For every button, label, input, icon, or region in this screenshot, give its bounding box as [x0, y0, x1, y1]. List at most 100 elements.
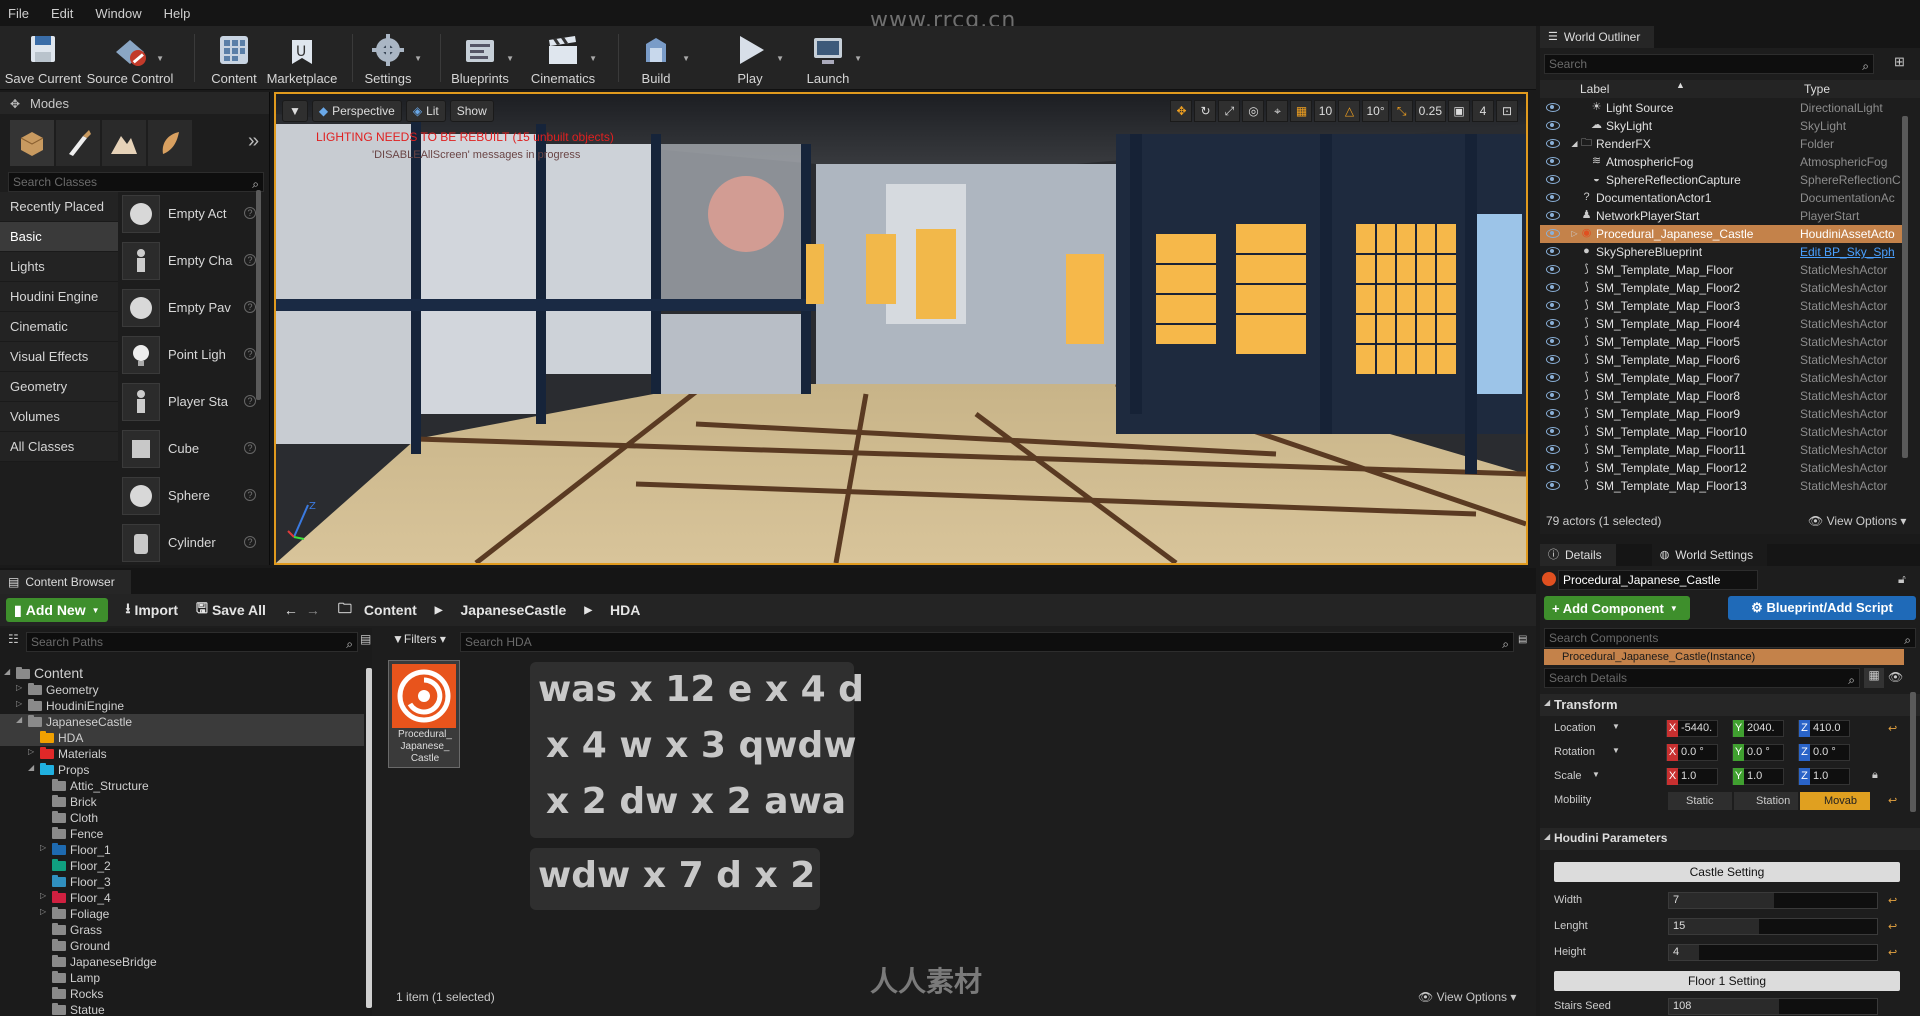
foliage-mode-icon[interactable] — [148, 120, 192, 166]
scale-x-field[interactable]: X 1.0 — [1666, 768, 1718, 785]
add-component-button[interactable]: + Add Component ▼ — [1544, 596, 1690, 620]
details-tab[interactable]: ⓘ Details — [1540, 544, 1616, 566]
scale-snap-icon[interactable]: ⤡ — [1390, 100, 1413, 122]
folder-cloth[interactable]: Cloth — [0, 810, 364, 826]
visibility-eye-icon[interactable] — [1546, 391, 1560, 400]
category-lights[interactable]: Lights — [0, 252, 118, 282]
view-options-button[interactable]: 👁 View Options ▾ — [1808, 514, 1906, 528]
mobility-stationary-button[interactable]: Station — [1734, 792, 1798, 810]
outliner-row[interactable]: ⟆ SM_Template_Map_Floor11 StaticMeshActor — [1540, 441, 1906, 459]
reset-icon[interactable]: ↩ — [1888, 946, 1897, 959]
build-button[interactable]: ▼ Build — [632, 28, 690, 88]
help-icon[interactable]: ? — [244, 301, 256, 313]
outliner-row[interactable]: ● SkySphereBlueprint Edit BP_Sky_Sph — [1540, 243, 1906, 261]
perspective-button[interactable]: ◆ Perspective — [311, 100, 402, 122]
actor-type[interactable]: Edit BP_Sky_Sph — [1800, 245, 1906, 259]
maximize-viewport-icon[interactable]: ⊡ — [1496, 100, 1518, 122]
search-paths-input[interactable]: Search Paths ⌕ — [26, 632, 358, 652]
search-details-input[interactable]: Search Details ⌕ — [1544, 668, 1860, 688]
outliner-row[interactable]: ⟆ SM_Template_Map_Floor9 StaticMeshActor — [1540, 405, 1906, 423]
folder-rocks[interactable]: Rocks — [0, 986, 364, 1002]
menu-window[interactable]: Window — [95, 6, 141, 21]
visibility-eye-icon[interactable] — [1546, 229, 1560, 238]
breadcrumb-hda[interactable]: HDA — [610, 602, 640, 618]
rotate-tool-icon[interactable]: ↻ — [1194, 100, 1217, 122]
folder-lamp[interactable]: Lamp — [0, 970, 364, 986]
asset-options-icon[interactable]: ▤ — [1518, 634, 1527, 645]
lock-icon[interactable]: 🔓︎ — [1898, 572, 1906, 587]
menu-help[interactable]: Help — [164, 6, 191, 21]
collapse-arrow-icon[interactable]: ◢ — [16, 715, 22, 724]
scale-y-field[interactable]: Y 1.0 — [1732, 768, 1784, 785]
visibility-eye-icon[interactable] — [1546, 463, 1560, 472]
visibility-eye-icon[interactable] — [1546, 445, 1560, 454]
paths-options-icon[interactable]: ▤ — [360, 632, 371, 646]
outliner-search-input[interactable]: Search ⌕ — [1544, 54, 1874, 74]
actor-name-field[interactable]: Procedural_Japanese_Castle — [1558, 570, 1758, 590]
outliner-row[interactable]: ⟆ SM_Template_Map_Floor2 StaticMeshActor — [1540, 279, 1906, 297]
category-geometry[interactable]: Geometry — [0, 372, 118, 402]
settings-button[interactable]: ▼ Settings — [362, 28, 422, 88]
camera-speed-value[interactable]: 4 — [1472, 100, 1494, 122]
marketplace-button[interactable]: U Marketplace — [266, 28, 338, 88]
folder-fence[interactable]: Fence — [0, 826, 364, 842]
folder-foliage[interactable]: ▷ Foliage — [0, 906, 364, 922]
folder-floor_1[interactable]: ▷ Floor_1 — [0, 842, 364, 858]
lit-button[interactable]: ◈ Lit — [405, 100, 446, 122]
outliner-add-icon[interactable]: ⊞ — [1894, 54, 1905, 70]
more-modes-icon[interactable]: » — [248, 130, 259, 153]
visibility-eye-icon[interactable] — [1546, 409, 1560, 418]
outliner-row[interactable]: ⟆ SM_Template_Map_Floor3 StaticMeshActor — [1540, 297, 1906, 315]
tree-scrollbar[interactable] — [366, 668, 372, 1008]
width-slider[interactable]: 7 — [1668, 892, 1878, 909]
location-z-field[interactable]: Z 410.0 — [1798, 720, 1850, 737]
reset-icon[interactable]: ↩ — [1888, 722, 1897, 735]
asset-view-options-button[interactable]: 👁 View Options ▾ — [1418, 990, 1516, 1004]
cinematics-button[interactable]: ▼ Cinematics — [530, 28, 597, 88]
outliner-row[interactable]: ≋ AtmosphericFog AtmosphericFog — [1540, 153, 1906, 171]
outliner-row[interactable]: ♟ NetworkPlayerStart PlayerStart — [1540, 207, 1906, 225]
visibility-eye-icon[interactable] — [1546, 427, 1560, 436]
height-slider[interactable]: 4 — [1668, 944, 1878, 961]
location-y-field[interactable]: Y 2040. — [1732, 720, 1784, 737]
blueprint-add-script-button[interactable]: ⚙ Blueprint/Add Script — [1728, 596, 1916, 620]
search-components-input[interactable]: Search Components ⌕ — [1544, 628, 1916, 648]
expand-arrow-icon[interactable]: ▷ — [16, 683, 22, 692]
expand-arrow-icon[interactable]: ▷ — [40, 843, 46, 852]
location-x-field[interactable]: X -5440. — [1666, 720, 1718, 737]
property-matrix-icon[interactable]: ▦ — [1864, 668, 1884, 688]
surface-snap-icon[interactable]: ⌖ — [1266, 100, 1289, 122]
visibility-eye-icon[interactable] — [1546, 139, 1560, 148]
save-all-button[interactable]: 🖫︎ Save All — [196, 598, 266, 622]
outliner-row[interactable]: ⟆ SM_Template_Map_Floor13 StaticMeshActor — [1540, 477, 1906, 495]
folder-hda[interactable]: HDA — [0, 730, 364, 746]
help-icon[interactable]: ? — [244, 536, 256, 548]
landscape-mode-icon[interactable] — [102, 120, 146, 166]
folder-floor_3[interactable]: Floor_3 — [0, 874, 364, 890]
menu-file[interactable]: File — [8, 6, 29, 21]
launch-button[interactable]: ▼ Launch — [800, 28, 862, 88]
help-icon[interactable]: ? — [244, 207, 256, 219]
back-button[interactable]: ← — [284, 602, 298, 618]
placeable-item[interactable]: Cube? — [122, 425, 256, 472]
grid-snap-value[interactable]: 10 — [1314, 100, 1337, 122]
outliner-row[interactable]: ☁ SkyLight SkyLight — [1540, 117, 1906, 135]
placeable-item[interactable]: Cylinder? — [122, 519, 256, 566]
place-mode-icon[interactable] — [10, 120, 54, 166]
scale-z-field[interactable]: Z 1.0 — [1798, 768, 1850, 785]
expand-arrow-icon[interactable]: ▷ — [40, 907, 46, 916]
folder-japanesebridge[interactable]: JapaneseBridge — [0, 954, 364, 970]
outliner-row[interactable]: ☀ Light Source DirectionalLight — [1540, 99, 1906, 117]
folder-floor_4[interactable]: ▷ Floor_4 — [0, 890, 364, 906]
world-space-icon[interactable]: ◎ — [1242, 100, 1265, 122]
details-eye-icon[interactable]: 👁 — [1888, 670, 1903, 684]
filters-button[interactable]: ▼Filters ▾ — [392, 632, 446, 646]
reset-icon[interactable]: ↩ — [1888, 894, 1897, 907]
world-outliner-tab[interactable]: ☰ World Outliner — [1540, 26, 1655, 48]
outliner-row[interactable]: ? DocumentationActor1 DocumentationAc — [1540, 189, 1906, 207]
visibility-eye-icon[interactable] — [1546, 103, 1560, 112]
forward-button[interactable]: → — [306, 602, 320, 618]
outliner-row[interactable]: ⟆ SM_Template_Map_Floor5 StaticMeshActor — [1540, 333, 1906, 351]
folder-ground[interactable]: Ground — [0, 938, 364, 954]
scale-snap-value[interactable]: 0.25 — [1414, 100, 1446, 122]
